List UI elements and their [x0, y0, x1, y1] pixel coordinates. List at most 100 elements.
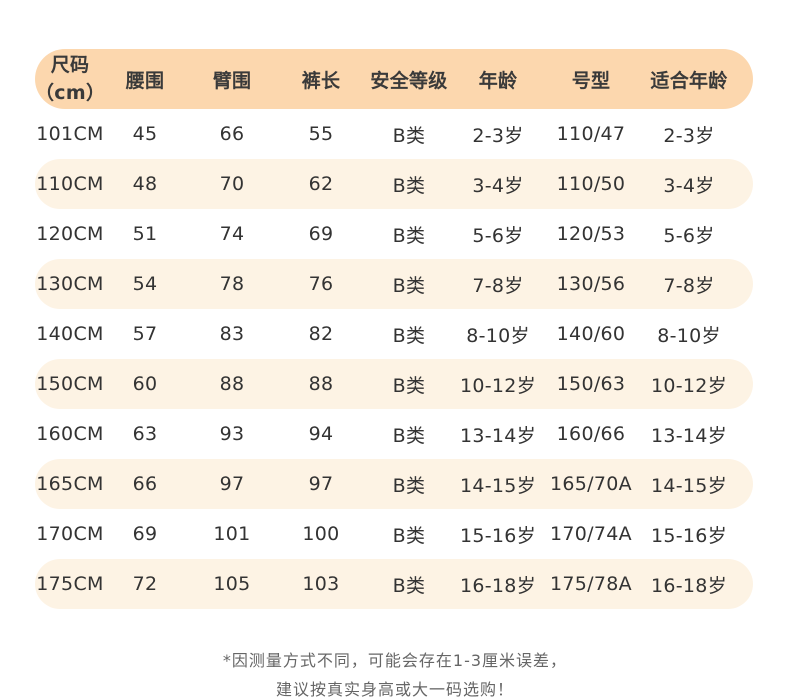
table-row: 140CM 57 83 82 B类 8-10岁 140/60 8-10岁 [35, 309, 753, 359]
cell-pants-length: 88 [308, 373, 334, 395]
cell-age: 15-16岁 [459, 524, 536, 547]
cell-waist: 72 [132, 573, 158, 595]
header-arm: 臂围 [212, 69, 252, 92]
cell-pants-length: 69 [308, 223, 334, 245]
cell-pants-length: 55 [308, 123, 334, 145]
cell-size: 101CM [36, 123, 104, 145]
cell-age: 5-6岁 [472, 224, 524, 247]
cell-model: 165/70A [550, 473, 632, 495]
cell-arm: 88 [219, 373, 245, 395]
size-chart-table: 尺码 （cm） 腰围 臂围 裤长 安全等级 年龄 号型 适合年龄 101CM 45… [35, 49, 753, 609]
cell-pants-length: 100 [302, 523, 340, 545]
cell-suitable-age: 13-14岁 [650, 424, 727, 447]
cell-waist: 66 [132, 473, 158, 495]
cell-safety-level: B类 [392, 324, 426, 347]
header-safety-level: 安全等级 [370, 69, 448, 92]
table-row: 150CM 60 88 88 B类 10-12岁 150/63 10-12岁 [35, 359, 753, 409]
cell-safety-level: B类 [392, 174, 426, 197]
header-model: 号型 [571, 69, 611, 92]
cell-pants-length: 76 [308, 273, 334, 295]
footnote-measurement-error: *因测量方式不同，可能会存在1-3厘米误差， [222, 651, 568, 670]
cell-age: 2-3岁 [472, 124, 524, 147]
cell-suitable-age: 16-18岁 [650, 574, 727, 597]
cell-model: 110/47 [556, 123, 626, 145]
cell-safety-level: B类 [392, 124, 426, 147]
cell-safety-level: B类 [392, 274, 426, 297]
cell-safety-level: B类 [392, 574, 426, 597]
cell-arm: 74 [219, 223, 245, 245]
cell-waist: 69 [132, 523, 158, 545]
cell-size: 120CM [36, 223, 104, 245]
header-size-line1: 尺码 [50, 54, 90, 76]
table-row: 110CM 48 70 62 B类 3-4岁 110/50 3-4岁 [35, 159, 753, 209]
cell-waist: 63 [132, 423, 158, 445]
cell-size: 175CM [36, 573, 104, 595]
cell-model: 170/74A [550, 523, 632, 545]
footnote-size-advice: 建议按真实身高或大一码选购！ [275, 680, 514, 699]
cell-age: 7-8岁 [472, 274, 524, 297]
cell-safety-level: B类 [392, 424, 426, 447]
table-header-row: 尺码 （cm） 腰围 臂围 裤长 安全等级 年龄 号型 适合年龄 [35, 49, 753, 109]
cell-suitable-age: 5-6岁 [663, 224, 715, 247]
cell-pants-length: 62 [308, 173, 334, 195]
cell-size: 160CM [36, 423, 104, 445]
cell-safety-level: B类 [392, 524, 426, 547]
cell-model: 150/63 [556, 373, 626, 395]
cell-size: 170CM [36, 523, 104, 545]
cell-age: 8-10岁 [466, 324, 530, 347]
cell-waist: 51 [132, 223, 158, 245]
cell-waist: 54 [132, 273, 158, 295]
cell-safety-level: B类 [392, 224, 426, 247]
table-body: 101CM 45 66 55 B类 2-3岁 110/47 2-3岁 110CM 48 70 62 B类… [35, 109, 753, 609]
table-row: 160CM 63 93 94 B类 13-14岁 160/66 13-14岁 [35, 409, 753, 459]
header-pants-length: 裤长 [301, 69, 341, 92]
cell-arm: 93 [219, 423, 245, 445]
cell-waist: 45 [132, 123, 158, 145]
cell-suitable-age: 3-4岁 [663, 174, 715, 197]
cell-model: 110/50 [556, 173, 626, 195]
table-row: 130CM 54 78 76 B类 7-8岁 130/56 7-8岁 [35, 259, 753, 309]
cell-suitable-age: 15-16岁 [650, 524, 727, 547]
cell-age: 14-15岁 [459, 474, 536, 497]
cell-model: 140/60 [556, 323, 626, 345]
cell-suitable-age: 10-12岁 [650, 374, 727, 397]
header-size-line2: （cm） [35, 82, 106, 104]
cell-size: 150CM [36, 373, 104, 395]
cell-pants-length: 103 [302, 573, 340, 595]
cell-model: 175/78A [550, 573, 632, 595]
cell-arm: 66 [219, 123, 245, 145]
cell-arm: 105 [213, 573, 251, 595]
header-suitable-age: 适合年龄 [650, 69, 728, 92]
table-row: 170CM 69 101 100 B类 15-16岁 170/74A 15-16岁 [35, 509, 753, 559]
cell-waist: 57 [132, 323, 158, 345]
cell-pants-length: 82 [308, 323, 334, 345]
cell-arm: 78 [219, 273, 245, 295]
cell-suitable-age: 2-3岁 [663, 124, 715, 147]
cell-safety-level: B类 [392, 374, 426, 397]
cell-arm: 97 [219, 473, 245, 495]
cell-arm: 101 [213, 523, 251, 545]
cell-size: 130CM [36, 273, 104, 295]
cell-age: 10-12岁 [459, 374, 536, 397]
cell-model: 160/66 [556, 423, 626, 445]
cell-arm: 70 [219, 173, 245, 195]
cell-model: 130/56 [556, 273, 626, 295]
cell-age: 3-4岁 [472, 174, 524, 197]
table-row: 120CM 51 74 69 B类 5-6岁 120/53 5-6岁 [35, 209, 753, 259]
cell-size: 140CM [36, 323, 104, 345]
cell-suitable-age: 8-10岁 [657, 324, 721, 347]
cell-suitable-age: 14-15岁 [650, 474, 727, 497]
cell-age: 13-14岁 [459, 424, 536, 447]
header-size: 尺码 （cm） [35, 51, 105, 107]
header-age: 年龄 [478, 69, 518, 92]
cell-waist: 48 [132, 173, 158, 195]
table-row: 175CM 72 105 103 B类 16-18岁 175/78A 16-18岁 [35, 559, 753, 609]
cell-pants-length: 97 [308, 473, 334, 495]
table-row: 165CM 66 97 97 B类 14-15岁 165/70A 14-15岁 [35, 459, 753, 509]
cell-safety-level: B类 [392, 474, 426, 497]
cell-pants-length: 94 [308, 423, 334, 445]
cell-size: 110CM [36, 173, 104, 195]
cell-model: 120/53 [556, 223, 626, 245]
cell-suitable-age: 7-8岁 [663, 274, 715, 297]
cell-size: 165CM [36, 473, 104, 495]
